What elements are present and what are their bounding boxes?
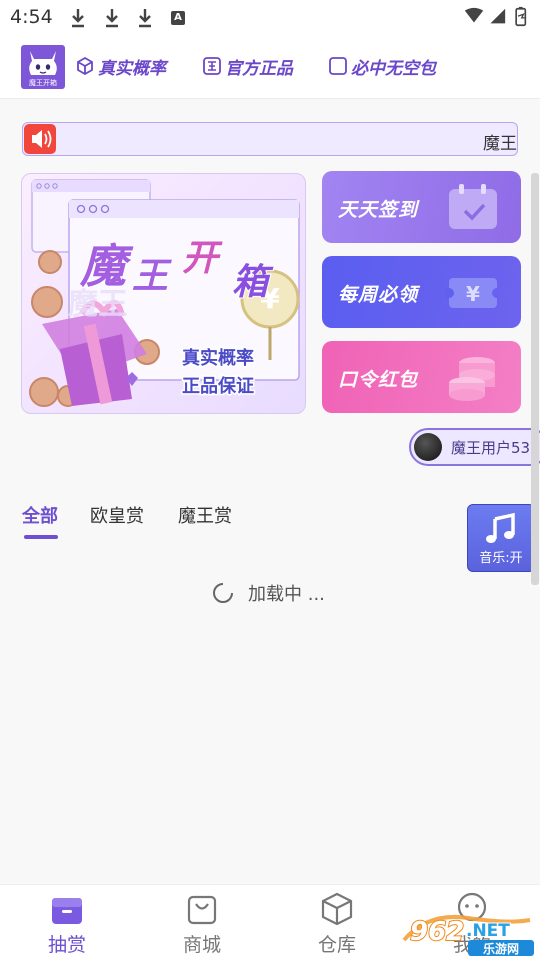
tab-all[interactable]: 全部 (22, 502, 58, 528)
password-redpacket-button[interactable]: 口令红包 (322, 341, 521, 413)
scrollbar[interactable] (531, 173, 539, 585)
banner-artwork: ¥ 魔王 魔 王 开 箱 真实概率 正品保证 (29, 179, 300, 407)
nav-shop[interactable]: 商城 (152, 885, 252, 961)
shopping-bag-icon (187, 895, 217, 925)
download-icon (72, 9, 84, 28)
feature-label: 官方正品 (225, 58, 293, 79)
feature-label: 必中无空包 (351, 58, 436, 79)
ticker-username: 魔王用户536 (451, 439, 540, 457)
speaker-icon (24, 124, 56, 154)
banner-tagline: 正品保证 (182, 375, 254, 397)
status-time: 4:54 (10, 6, 53, 28)
nav-label: 仓库 (317, 934, 356, 956)
banner-title-char: 开 (182, 238, 223, 279)
music-note-icon (486, 512, 515, 543)
svg-text:¥: ¥ (466, 282, 480, 306)
logo-text: 魔王开箱 (29, 79, 57, 87)
site-watermark-logo: 962 .NET 乐游网 (402, 915, 534, 956)
calendar-check-icon (449, 184, 497, 229)
nav-draw[interactable]: 抽赏 (17, 885, 117, 961)
feature-real-probability: 真实概率 (75, 54, 166, 79)
spinner-icon (213, 583, 233, 603)
tab-ouhuang[interactable]: 欧皇赏 (90, 502, 144, 528)
daily-checkin-button[interactable]: 天天签到 (322, 171, 521, 243)
banner-title-char: 箱 (232, 262, 274, 303)
action-label: 口令红包 (338, 369, 419, 391)
watermark-number: 962 (410, 917, 464, 947)
user-ticker: 魔王用户536 (409, 428, 540, 466)
announcement-bar[interactable]: 魔王 (22, 122, 518, 156)
box-icon (52, 898, 82, 924)
music-label: 音乐:开 (479, 551, 523, 566)
cube-icon (77, 56, 93, 76)
banner-title-char: 魔 (79, 239, 134, 293)
active-tab-indicator (24, 535, 58, 539)
coin-stack-icon (449, 357, 495, 401)
signal-battery-icons (464, 6, 527, 27)
banner-title-char: 王 (132, 256, 172, 297)
notification-a-icon: A (171, 11, 185, 25)
nav-warehouse[interactable]: 仓库 (287, 885, 387, 961)
app-header: 魔王开箱 真实概率 官方正品 必中无空包 (0, 36, 540, 99)
checkbox-icon (329, 57, 347, 75)
music-toggle-button[interactable]: 音乐:开 (467, 504, 535, 572)
watermark-caption: 乐游网 (483, 941, 519, 956)
feature-official-genuine: 官方正品 (202, 54, 293, 79)
download-icon (106, 9, 118, 28)
promo-banner[interactable]: ¥ 魔王 魔 王 开 箱 真实概率 正品保证 (21, 173, 306, 414)
package-icon (321, 892, 353, 926)
avatar (414, 433, 442, 461)
app-logo[interactable]: 魔王开箱 (21, 45, 65, 89)
feature-label: 真实概率 (98, 58, 166, 79)
loading-indicator: 加载中 ... (212, 580, 325, 606)
action-label: 天天签到 (338, 199, 419, 221)
status-bar: 4:54 A (0, 0, 540, 36)
action-label: 每周必领 (338, 284, 419, 306)
weekly-reward-button[interactable]: 每周必领 ¥ (322, 256, 521, 328)
nav-label: 商城 (182, 934, 221, 956)
certificate-icon (203, 57, 221, 75)
coupon-yen-icon: ¥ (445, 278, 501, 308)
announcement-text: 魔王 (483, 134, 517, 154)
watermark-suffix: .NET (466, 921, 510, 941)
nav-label: 抽赏 (47, 934, 86, 956)
feature-guaranteed: 必中无空包 (328, 54, 436, 79)
tab-mowang[interactable]: 魔王赏 (178, 502, 232, 528)
loading-text: 加载中 ... (248, 584, 325, 605)
download-icon (139, 9, 151, 28)
banner-tagline: 真实概率 (182, 347, 254, 369)
